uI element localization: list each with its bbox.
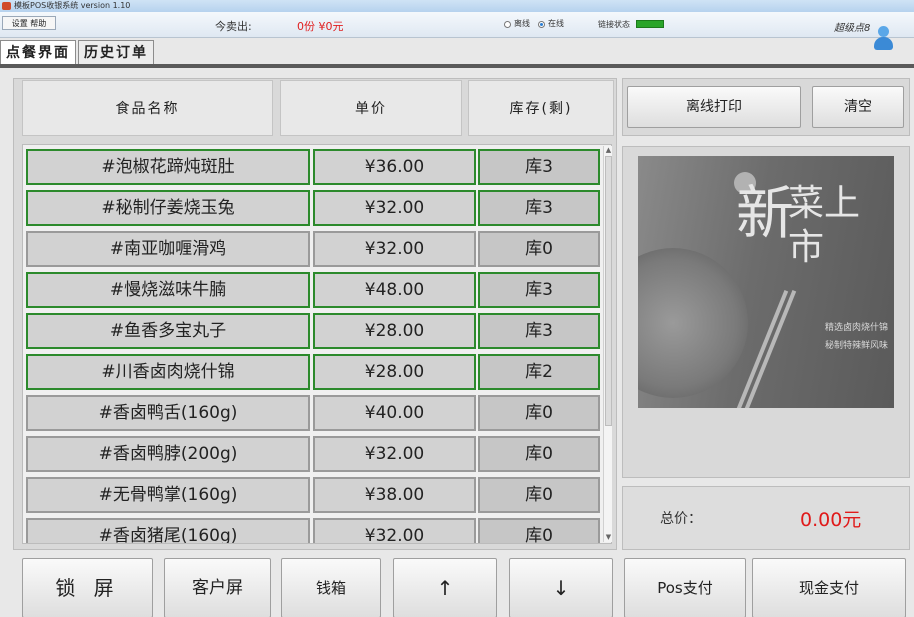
food-price[interactable]: ¥32.00 — [313, 190, 476, 226]
chopstick-graphic — [743, 289, 797, 408]
banner-title-char: 新 — [736, 179, 795, 247]
food-name[interactable]: #香卤猪尾(160g) — [26, 518, 310, 543]
food-row[interactable]: #香卤猪尾(160g) ¥32.00 库0 — [26, 518, 602, 543]
offline-print-button[interactable]: 离线打印 — [627, 86, 801, 128]
food-stock[interactable]: 库2 — [478, 354, 600, 390]
settings-help-menu[interactable]: 设置 帮助 — [2, 16, 56, 30]
food-price[interactable]: ¥38.00 — [313, 477, 476, 513]
plate-graphic — [638, 248, 748, 398]
scroll-up-button[interactable]: ↑ — [393, 558, 497, 617]
food-row[interactable]: #香卤鸭脖(200g) ¥32.00 库0 — [26, 436, 602, 474]
food-stock[interactable]: 库0 — [478, 436, 600, 472]
food-stock[interactable]: 库0 — [478, 231, 600, 267]
food-row[interactable]: #香卤鸭舌(160g) ¥40.00 库0 — [26, 395, 602, 433]
food-price[interactable]: ¥32.00 — [313, 231, 476, 267]
food-name[interactable]: #秘制仔姜烧玉兔 — [26, 190, 310, 226]
tab-order-screen[interactable]: 点餐界面 — [0, 40, 76, 64]
food-name[interactable]: #慢烧滋味牛腩 — [26, 272, 310, 308]
food-stock[interactable]: 库3 — [478, 313, 600, 349]
scroll-down-arrow-icon[interactable]: ▼ — [604, 533, 613, 542]
app-icon — [2, 2, 11, 10]
connection-status-indicator — [636, 20, 664, 28]
scroll-down-button[interactable]: ↓ — [509, 558, 613, 617]
lock-screen-button[interactable]: 锁 屏 — [22, 558, 153, 617]
total-label: 总价： — [660, 511, 702, 527]
food-row[interactable]: #泡椒花蹄炖斑肚 ¥36.00 库3 — [26, 149, 602, 187]
window-title: 模板POS收银系统 version 1.10 — [14, 1, 131, 10]
banner-title-rest: 菜上市 — [788, 183, 861, 268]
pos-pay-button[interactable]: Pos支付 — [624, 558, 746, 617]
offline-radio[interactable] — [504, 21, 511, 28]
food-row[interactable]: #鱼香多宝丸子 ¥28.00 库3 — [26, 313, 602, 351]
food-name[interactable]: #川香卤肉烧什锦 — [26, 354, 310, 390]
sold-today-value: 0份 ¥0元 — [297, 20, 344, 33]
food-name[interactable]: #无骨鸭掌(160g) — [26, 477, 310, 513]
food-price[interactable]: ¥28.00 — [313, 354, 476, 390]
scroll-thumb[interactable] — [605, 156, 612, 426]
food-stock[interactable]: 库3 — [478, 190, 600, 226]
cash-pay-button[interactable]: 现金支付 — [752, 558, 906, 617]
food-name[interactable]: #香卤鸭脖(200g) — [26, 436, 310, 472]
promo-banner-image: 新 菜上市 精选卤肉烧什锦 秘制特辣鲜风味 — [638, 156, 894, 408]
food-stock[interactable]: 库3 — [478, 272, 600, 308]
food-price[interactable]: ¥32.00 — [313, 436, 476, 472]
food-price[interactable]: ¥36.00 — [313, 149, 476, 185]
food-list-scrollbar[interactable]: ▲ ▼ — [603, 146, 612, 542]
customer-screen-button[interactable]: 客户屏 — [164, 558, 271, 617]
user-avatar-icon[interactable] — [872, 26, 894, 50]
total-value: 0.00元 — [800, 509, 862, 531]
scroll-up-arrow-icon[interactable]: ▲ — [604, 146, 613, 155]
food-row[interactable]: #南亚咖喱滑鸡 ¥32.00 库0 — [26, 231, 602, 269]
food-price[interactable]: ¥28.00 — [313, 313, 476, 349]
online-radio[interactable] — [538, 21, 545, 28]
column-header-stock: 库存(剩) — [468, 80, 614, 136]
banner-line-1: 精选卤肉烧什锦 — [824, 323, 888, 333]
food-list[interactable]: #泡椒花蹄炖斑肚 ¥36.00 库3 #秘制仔姜烧玉兔 ¥32.00 库3 #南… — [22, 144, 612, 544]
tab-divider — [0, 64, 914, 68]
cash-drawer-button[interactable]: 钱箱 — [281, 558, 381, 617]
food-row[interactable]: #川香卤肉烧什锦 ¥28.00 库2 — [26, 354, 602, 392]
food-name[interactable]: #泡椒花蹄炖斑肚 — [26, 149, 310, 185]
online-label: 在线 — [548, 19, 564, 28]
food-name[interactable]: #香卤鸭舌(160g) — [26, 395, 310, 431]
food-stock[interactable]: 库3 — [478, 149, 600, 185]
status-bar: 设置 帮助 今卖出: 0份 ¥0元 离线 在线 链接状态 超级点8 — [0, 12, 914, 50]
food-price[interactable]: ¥32.00 — [313, 518, 476, 543]
column-header-food-name: 食品名称 — [22, 80, 273, 136]
banner-line-2: 秘制特辣鲜风味 — [824, 341, 888, 351]
food-stock[interactable]: 库0 — [478, 518, 600, 543]
column-header-unit-price: 单价 — [280, 80, 462, 136]
food-row[interactable]: #秘制仔姜烧玉兔 ¥32.00 库3 — [26, 190, 602, 228]
food-price[interactable]: ¥40.00 — [313, 395, 476, 431]
food-name[interactable]: #南亚咖喱滑鸡 — [26, 231, 310, 267]
user-name: 超级点8 — [834, 23, 871, 34]
sold-today-label: 今卖出: — [215, 20, 252, 33]
offline-label: 离线 — [514, 19, 530, 28]
food-row[interactable]: #无骨鸭掌(160g) ¥38.00 库0 — [26, 477, 602, 515]
food-price[interactable]: ¥48.00 — [313, 272, 476, 308]
connection-status-label: 链接状态 — [598, 20, 630, 29]
food-row[interactable]: #慢烧滋味牛腩 ¥48.00 库3 — [26, 272, 602, 310]
food-stock[interactable]: 库0 — [478, 477, 600, 513]
clear-button[interactable]: 清空 — [812, 86, 904, 128]
food-stock[interactable]: 库0 — [478, 395, 600, 431]
food-name[interactable]: #鱼香多宝丸子 — [26, 313, 310, 349]
window-title-bar: 模板POS收银系统 version 1.10 — [0, 0, 914, 12]
tab-history-orders[interactable]: 历史订单 — [78, 40, 154, 64]
